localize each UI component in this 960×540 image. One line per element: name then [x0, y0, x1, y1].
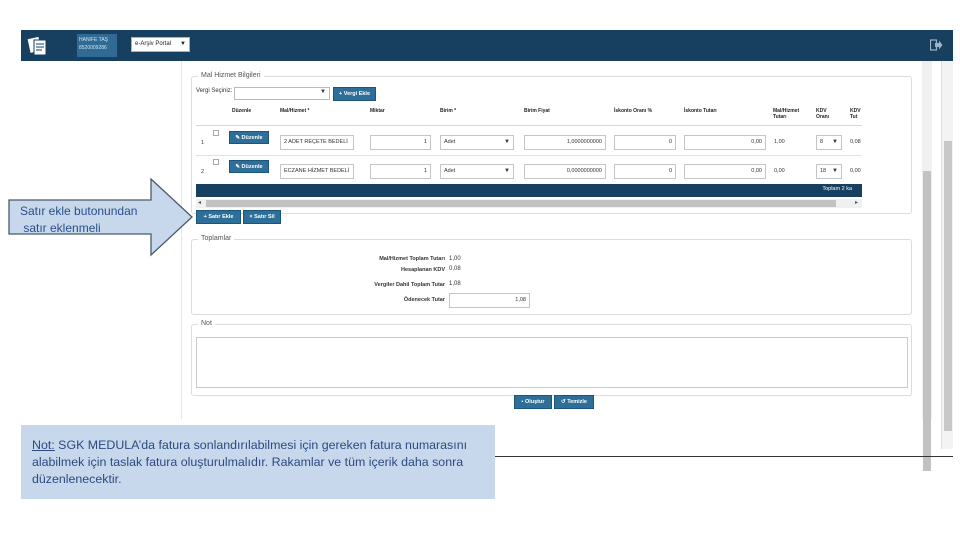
col-header: Miktar [370, 108, 385, 114]
mal-hizmet-tutari: 1,00 [774, 139, 785, 145]
scroll-left-icon[interactable]: ◂ [198, 199, 201, 208]
row-number: 2 [201, 169, 205, 175]
col-header: Mal/Hizmet Tutarı [773, 108, 800, 120]
dropdown-arrow-icon: ▼ [832, 168, 838, 174]
kdv-tutari: 0,00 [850, 168, 861, 174]
row-number: 1 [201, 140, 205, 146]
duzenle-button[interactable]: ✎ Düzenle [229, 131, 269, 144]
user-name: HANIFE TAŞ [79, 37, 108, 43]
table-row: 1 ✎ Düzenle 2 ADET REÇETE BEDELİ 1 Adet ▼… [196, 127, 862, 156]
birim-value: Adet [444, 139, 456, 145]
vergi-ekle-label: Vergi Ekle [343, 91, 371, 97]
dropdown-arrow-icon: ▼ [504, 168, 510, 174]
page-scrollbar[interactable] [941, 61, 953, 449]
miktar-input[interactable]: 1 [370, 164, 431, 179]
birim-value: Adet [444, 168, 456, 174]
duzenle-label: Düzenle [241, 135, 263, 141]
screen: HANIFE TAŞ 8520009286 e-Arşiv Portal ▼ M… [0, 0, 960, 540]
row-checkbox[interactable] [213, 159, 219, 165]
odenecek-tutar-input[interactable]: 1,08 [449, 293, 530, 308]
satir-sil-button[interactable]: × Satır Sil [243, 210, 281, 224]
satir-sil-label: Satır Sil [254, 214, 275, 220]
items-table-header: Düzenle Mal/Hizmet * Miktar Birim * Biri… [196, 106, 862, 126]
col-header: KDV Tut [850, 108, 861, 120]
col-header: Düzenle [232, 108, 252, 114]
callout-line: Satır ekle butonundan [20, 204, 138, 218]
col-header: İskonto Oranı % [614, 108, 653, 114]
duzenle-button[interactable]: ✎ Düzenle [229, 160, 269, 173]
vergi-ekle-button[interactable]: + Vergi Ekle [333, 87, 376, 101]
vergi-select[interactable]: ▼ [234, 87, 330, 100]
table-total-count: Toplam 2 ka [822, 186, 852, 192]
birim-select[interactable]: Adet ▼ [440, 135, 514, 150]
table-footer: Toplam 2 ka [196, 184, 862, 197]
dropdown-arrow-icon: ▼ [504, 139, 510, 145]
kdv-orani-select[interactable]: 18 ▼ [816, 164, 842, 179]
kdv-orani-value: 18 [820, 168, 827, 174]
mal-hizmet-tutari: 0,00 [774, 168, 785, 174]
top-bar: HANIFE TAŞ 8520009286 e-Arşiv Portal ▼ [21, 30, 953, 61]
col-header: İskonto Tutarı [684, 108, 717, 114]
dropdown-arrow-icon: ▼ [180, 41, 186, 47]
temizle-label: Temizle [567, 399, 587, 405]
iskonto-tutari-input[interactable]: 0,00 [684, 135, 766, 150]
col-header: KDV Oranı [816, 108, 830, 120]
iskonto-orani-input[interactable]: 0 [614, 135, 676, 150]
table-row: 2 ✎ Düzenle ECZANE HİZMET BEDELİ 1 Adet ▼… [196, 156, 862, 185]
table-scrollbar-thumb[interactable] [206, 200, 836, 207]
birim-fiyat-input[interactable]: 1,0000000000 [524, 135, 606, 150]
col-header: Mal/Hizmet * [280, 108, 310, 114]
vergi-label: Vergi Seçiniz: [196, 88, 233, 94]
miktar-input[interactable]: 1 [370, 135, 431, 150]
olustur-label: Oluştur [524, 399, 545, 405]
mal-hizmet-input[interactable]: ECZANE HİZMET BEDELİ [280, 164, 354, 179]
total-value: 1,00 [449, 256, 461, 262]
mal-hizmet-legend: Mal Hizmet Bilgileri [198, 72, 264, 79]
iskonto-tutari-input[interactable]: 0,00 [684, 164, 766, 179]
col-header: Birim * [440, 108, 457, 114]
portal-select[interactable]: e-Arşiv Portal ▼ [131, 37, 190, 52]
logout-icon[interactable] [930, 39, 943, 51]
total-value: 0,08 [449, 266, 461, 272]
callout-text: Satır ekle butonundan satır eklenmeli [20, 203, 137, 237]
note-prefix: Not: [32, 438, 55, 452]
kdv-orani-select[interactable]: 8 ▼ [816, 135, 842, 150]
total-label: Mal/Hizmet Toplam Tutarı [379, 256, 445, 262]
not-legend: Not [198, 320, 215, 327]
birim-select[interactable]: Adet ▼ [440, 164, 514, 179]
total-label: Hesaplanan KDV [400, 267, 445, 273]
total-label: Ödenecek Tutar [403, 297, 445, 303]
total-label: Vergiler Dahil Toplam Tutar [374, 282, 445, 288]
total-value: 1,08 [449, 281, 461, 287]
user-info: HANIFE TAŞ 8520009286 [77, 34, 117, 57]
page-scrollbar-thumb[interactable] [944, 141, 952, 431]
birim-fiyat-input[interactable]: 0,0000000000 [524, 164, 606, 179]
olustur-button[interactable]: ▪ Oluştur [514, 395, 552, 409]
inner-scrollbar-thumb[interactable] [923, 171, 931, 471]
satir-ekle-button[interactable]: + Satır Ekle [196, 210, 241, 224]
table-horizontal-scrollbar[interactable]: ◂ ▸ [196, 199, 862, 208]
user-id: 8520009286 [79, 45, 107, 51]
toplamlar-legend: Toplamlar [198, 235, 235, 242]
mal-hizmet-input[interactable]: 2 ADET REÇETE BEDELİ [280, 135, 354, 150]
invoice-logo-icon [27, 36, 47, 56]
not-textarea[interactable] [196, 337, 908, 388]
inner-scrollbar[interactable] [922, 61, 932, 471]
toplamlar-section: Toplamlar [191, 235, 912, 315]
row-checkbox[interactable] [213, 130, 219, 136]
satir-ekle-label: Satır Ekle [208, 214, 234, 220]
callout-line: satır eklenmeli [20, 221, 101, 235]
note-box: Not: SGK MEDULA’da fatura sonlandırılabi… [21, 425, 495, 499]
note-text: SGK MEDULA’da fatura sonlandırılabilmesi… [32, 438, 468, 486]
iskonto-orani-input[interactable]: 0 [614, 164, 676, 179]
scroll-right-icon[interactable]: ▸ [855, 199, 858, 208]
col-header: Birim Fiyat [524, 108, 550, 114]
temizle-button[interactable]: ↺ Temizle [554, 395, 594, 409]
duzenle-label: Düzenle [241, 164, 263, 170]
kdv-tutari: 0,08 [850, 139, 861, 145]
portal-select-value: e-Arşiv Portal [135, 41, 172, 47]
dropdown-arrow-icon: ▼ [320, 89, 326, 95]
dropdown-arrow-icon: ▼ [832, 139, 838, 145]
kdv-orani-value: 8 [820, 139, 824, 145]
